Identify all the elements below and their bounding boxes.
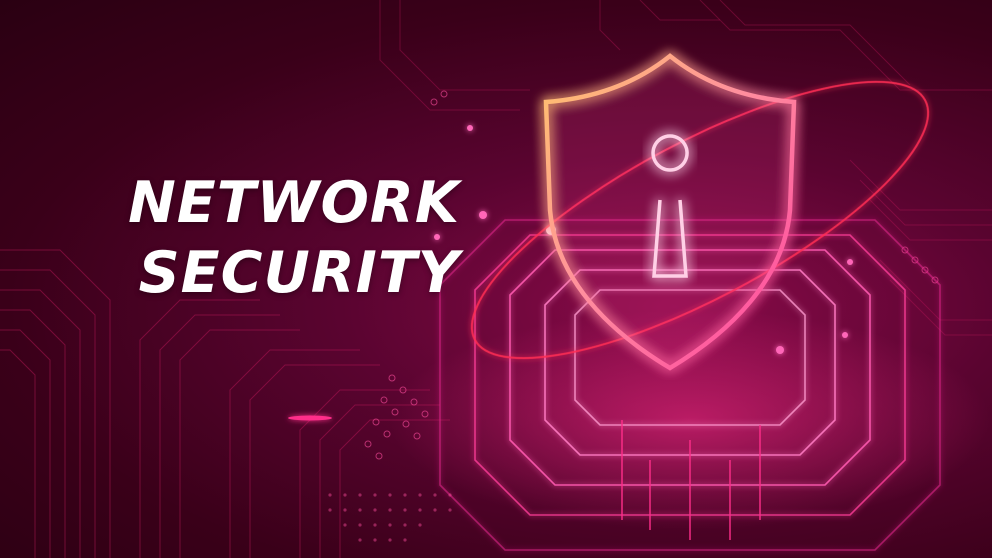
headline: NETWORK SECURITY xyxy=(60,168,460,308)
shield-lock-icon xyxy=(543,53,797,371)
network-security-banner: NETWORK SECURITY xyxy=(0,0,992,558)
dot-matrix xyxy=(328,493,452,542)
headline-line-1: NETWORK xyxy=(128,170,460,236)
headline-line-2: SECURITY xyxy=(138,240,460,306)
